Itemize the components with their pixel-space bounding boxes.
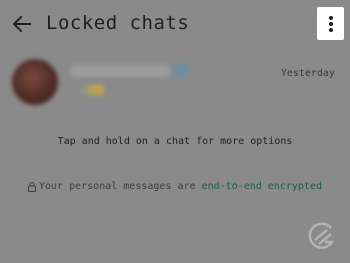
page-title: Locked chats	[46, 12, 190, 34]
encryption-notice: Your personal messages are end-to-end en…	[0, 181, 350, 192]
chat-list-item[interactable]: Yesterday	[0, 56, 350, 112]
message-preview-blurred	[78, 85, 104, 95]
more-options-button[interactable]	[317, 7, 344, 40]
logo-watermark-icon	[308, 222, 335, 249]
avatar[interactable]	[12, 59, 58, 105]
back-button[interactable]	[8, 10, 36, 38]
encryption-link[interactable]: end-to-end encrypted	[202, 181, 322, 192]
chat-name-blurred	[70, 65, 170, 77]
more-vert-icon	[328, 15, 333, 32]
hint-text: Tap and hold on a chat for more options	[57, 136, 293, 147]
chat-timestamp: Yesterday	[280, 68, 335, 79]
top-app-bar: Locked chats	[0, 0, 350, 50]
verified-badge-blurred	[174, 63, 188, 77]
arrow-left-icon	[12, 15, 31, 33]
lock-icon	[28, 181, 36, 192]
encryption-text: Your personal messages are	[39, 181, 202, 192]
